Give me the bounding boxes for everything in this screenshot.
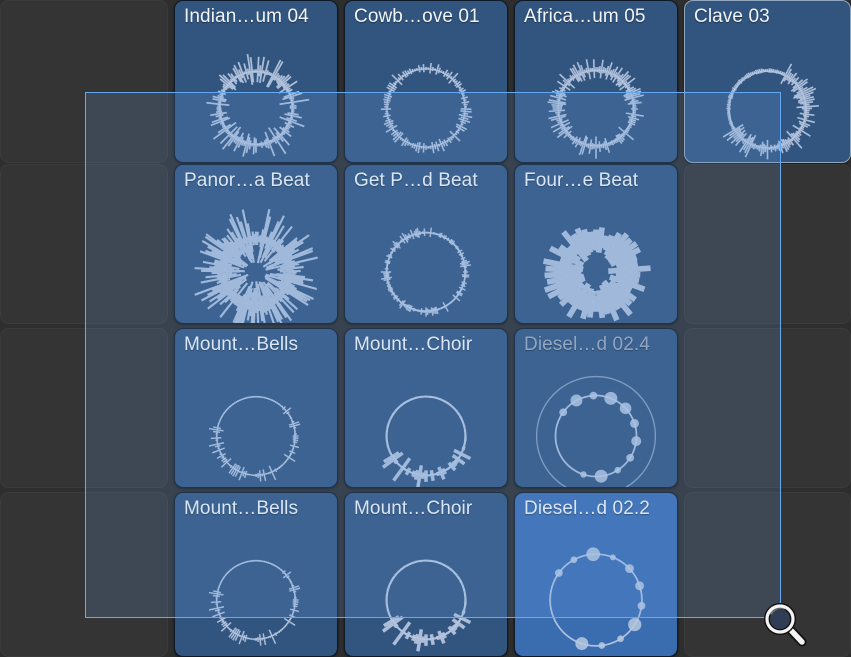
clip-label: Africa…um 05 bbox=[524, 5, 671, 29]
clip-label: Get P…d Beat bbox=[354, 169, 501, 193]
clip-waveform-audio-thin bbox=[345, 191, 507, 324]
clip-label: Clave 03 bbox=[694, 5, 844, 29]
clip-waveform-audio-light bbox=[175, 355, 337, 488]
clip-waveform-audio-loud bbox=[175, 191, 337, 324]
clip-waveform-midi-dots bbox=[515, 519, 677, 657]
clip-waveform-audio-thick bbox=[515, 191, 677, 324]
clip-waveform-audio-dense bbox=[175, 27, 337, 163]
clip-cell[interactable]: Diesel…d 02.4 bbox=[514, 328, 678, 488]
empty-cell[interactable] bbox=[0, 164, 168, 324]
clip-waveform-audio-blocks bbox=[345, 355, 507, 488]
empty-cell[interactable] bbox=[684, 328, 851, 488]
clip-cell[interactable]: Clave 03 bbox=[684, 0, 851, 163]
clip-cell[interactable]: Mount…Choir bbox=[344, 492, 508, 657]
clip-cell[interactable]: Mount…Bells bbox=[174, 492, 338, 657]
live-loops-grid-window: Indian…um 04 Cowb…ove 01 Africa…um 05 Clave… bbox=[0, 0, 851, 657]
clip-waveform-audio-partial bbox=[685, 27, 850, 163]
cell-grid[interactable]: Indian…um 04 Cowb…ove 01 Africa…um 05 Clave… bbox=[0, 0, 851, 657]
empty-cell[interactable] bbox=[684, 492, 851, 657]
clip-waveform-midi-ring bbox=[515, 355, 677, 488]
clip-label: Mount…Choir bbox=[354, 497, 501, 521]
clip-waveform-audio-light bbox=[175, 519, 337, 657]
empty-cell[interactable] bbox=[0, 0, 168, 163]
clip-label: Mount…Bells bbox=[184, 497, 331, 521]
clip-label: Indian…um 04 bbox=[184, 5, 331, 29]
empty-cell[interactable] bbox=[0, 328, 168, 488]
clip-label: Four…e Beat bbox=[524, 169, 671, 193]
clip-cell[interactable]: Africa…um 05 bbox=[514, 0, 678, 163]
clip-label: Diesel…d 02.4 bbox=[524, 333, 671, 357]
clip-label: Diesel…d 02.2 bbox=[524, 497, 671, 521]
clip-cell[interactable]: Diesel…d 02.2 bbox=[514, 492, 678, 657]
clip-cell[interactable]: Mount…Bells bbox=[174, 328, 338, 488]
empty-cell[interactable] bbox=[0, 492, 168, 657]
clip-waveform-audio-blocks bbox=[345, 519, 507, 657]
clip-waveform-audio-medium bbox=[515, 27, 677, 163]
clip-cell[interactable]: Get P…d Beat bbox=[344, 164, 508, 324]
clip-waveform-audio-sparse bbox=[345, 27, 507, 163]
clip-cell[interactable]: Cowb…ove 01 bbox=[344, 0, 508, 163]
clip-cell[interactable]: Mount…Choir bbox=[344, 328, 508, 488]
clip-label: Mount…Choir bbox=[354, 333, 501, 357]
empty-cell[interactable] bbox=[684, 164, 851, 324]
clip-cell[interactable]: Indian…um 04 bbox=[174, 0, 338, 163]
clip-label: Mount…Bells bbox=[184, 333, 331, 357]
clip-label: Panor…a Beat bbox=[184, 169, 331, 193]
clip-cell[interactable]: Four…e Beat bbox=[514, 164, 678, 324]
clip-label: Cowb…ove 01 bbox=[354, 5, 501, 29]
clip-cell[interactable]: Panor…a Beat bbox=[174, 164, 338, 324]
